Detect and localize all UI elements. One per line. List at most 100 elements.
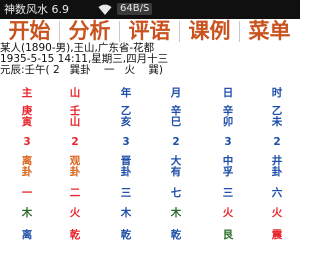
- grid-cell-text: 七: [170, 187, 182, 199]
- grid-cell-text: 木: [21, 207, 33, 219]
- grid-cell: 火: [208, 208, 248, 219]
- wifi-icon: [98, 4, 112, 15]
- grid-cell: 山: [55, 88, 95, 99]
- grid-cell: 井卦: [257, 156, 297, 178]
- grid-cell: 木: [7, 208, 47, 219]
- grid-cell-text: 三: [222, 187, 234, 199]
- grid-cell: 年: [106, 88, 146, 99]
- grid-cell-text: 二: [69, 187, 81, 199]
- grid-cell: 时: [257, 88, 297, 99]
- grid-cell: 2: [257, 137, 297, 148]
- grid-cell: 离卦: [7, 156, 47, 178]
- grid-cell: 三: [106, 188, 146, 199]
- grid-cell: 主: [7, 88, 47, 99]
- grid-cell-text: 日: [222, 87, 234, 99]
- grid-cell: 七: [156, 188, 196, 199]
- menu-bar: 开始 分析 评语 课例 菜单: [0, 19, 300, 44]
- grid-cell: 庚寅: [7, 106, 47, 128]
- grid-cell-text: 主: [21, 87, 33, 99]
- grid-cell-text: 孚: [222, 166, 234, 178]
- grid-cell-text: 火: [69, 207, 81, 219]
- grid-cell: 中孚: [208, 156, 248, 178]
- grid-cell-text: 2: [71, 136, 79, 148]
- status-bar: 神数风水 6.9 64B/S: [0, 0, 300, 19]
- grid-cell-text: 2: [273, 136, 281, 148]
- grid-cell: 大有: [156, 156, 196, 178]
- grid-cell: 木: [106, 208, 146, 219]
- grid-cell: 乾: [156, 230, 196, 241]
- grid-cell: 火: [55, 208, 95, 219]
- grid-cell-text: 卦: [271, 166, 283, 178]
- grid-cell-text: 有: [170, 166, 182, 178]
- grid-cell: 二: [55, 188, 95, 199]
- grid-cell-text: 火: [271, 207, 283, 219]
- grid-cell-text: 巳: [170, 116, 182, 128]
- grid-cell-text: 三: [120, 187, 132, 199]
- grid-cell: 2: [156, 137, 196, 148]
- grid-cell-text: 卯: [222, 116, 234, 128]
- grid-cell-text: 时: [271, 87, 283, 99]
- grid-cell-text: 亥: [120, 116, 132, 128]
- grid-row: 主山年月日时: [0, 88, 300, 104]
- grid-row: 3 2 3 2 3 2: [0, 137, 300, 153]
- grid-cell-text: 六: [271, 187, 283, 199]
- start-button[interactable]: 开始: [0, 19, 59, 44]
- grid-cell-text: 离: [21, 229, 33, 241]
- grid-cell-text: 木: [170, 207, 182, 219]
- grid-row: 一二三七三六: [0, 188, 300, 204]
- grid-cell-text: 3: [224, 136, 232, 148]
- grid-cell-text: 3: [23, 136, 31, 148]
- grid-cell: 六: [257, 188, 297, 199]
- grid-cell: 辛巳: [156, 106, 196, 128]
- grid-cell-text: 卦: [69, 166, 81, 178]
- grid-cell: 乙亥: [106, 106, 146, 128]
- grid-cell-text: 年: [120, 87, 132, 99]
- grid-cell-text: 3: [122, 136, 130, 148]
- grid-cell: 2: [55, 137, 95, 148]
- grid-cell-text: 乾: [120, 229, 132, 241]
- grid-cell: 离: [7, 230, 47, 241]
- grid-cell: 乾: [55, 230, 95, 241]
- grid-cell: 一: [7, 188, 47, 199]
- grid-cell-text: 未: [271, 116, 283, 128]
- grid-cell-text: 火: [222, 207, 234, 219]
- grid-cell: 晋卦: [106, 156, 146, 178]
- menu-button[interactable]: 菜单: [240, 19, 299, 44]
- grid-cell: 震: [257, 230, 297, 241]
- grid-cell: 三: [208, 188, 248, 199]
- grid-cell: 日: [208, 88, 248, 99]
- grid-cell-text: 寅: [21, 116, 33, 128]
- grid-cell-text: 月: [170, 87, 182, 99]
- grid-cell: 3: [208, 137, 248, 148]
- grid-row: 木火木木火火: [0, 208, 300, 224]
- comments-button[interactable]: 评语: [120, 19, 179, 44]
- grid-cell-text: 乾: [170, 229, 182, 241]
- grid-cell-text: 山: [69, 87, 81, 99]
- chart-info: 某人(1890-男),王山,广东省-花都 1935-5-15 14:11,星期三…: [0, 43, 300, 76]
- grid-cell-text: 艮: [222, 229, 234, 241]
- grid-cell: 3: [106, 137, 146, 148]
- yuanchen-line: 元辰:壬午( 2 巽卦 一 火 巽): [0, 64, 163, 76]
- app-title: 神数风水 6.9: [4, 3, 69, 16]
- grid-cell-text: 山: [69, 116, 81, 128]
- grid-cell: 艮: [208, 230, 248, 241]
- grid-cell: 乾: [106, 230, 146, 241]
- grid-cell: 火: [257, 208, 297, 219]
- grid-cell-text: 乾: [69, 229, 81, 241]
- grid-cell-text: 木: [120, 207, 132, 219]
- network-speed: 64B/S: [117, 3, 153, 15]
- grid-cell-text: 震: [271, 229, 283, 241]
- grid-row: 离卦观卦晋卦大有中孚井卦: [0, 156, 300, 178]
- grid-cell-text: 2: [172, 136, 180, 148]
- grid-cell-text: 卦: [120, 166, 132, 178]
- analysis-button[interactable]: 分析: [60, 19, 119, 44]
- lessons-button[interactable]: 课例: [180, 19, 239, 44]
- grid-row: 庚寅壬山乙亥辛巳辛卯乙未: [0, 106, 300, 128]
- grid-cell: 木: [156, 208, 196, 219]
- grid-cell: 乙未: [257, 106, 297, 128]
- grid-cell: 观卦: [55, 156, 95, 178]
- grid-cell: 壬山: [55, 106, 95, 128]
- grid-cell-text: 一: [21, 187, 33, 199]
- grid-cell: 3: [7, 137, 47, 148]
- grid-row: 离乾乾乾艮震: [0, 230, 300, 246]
